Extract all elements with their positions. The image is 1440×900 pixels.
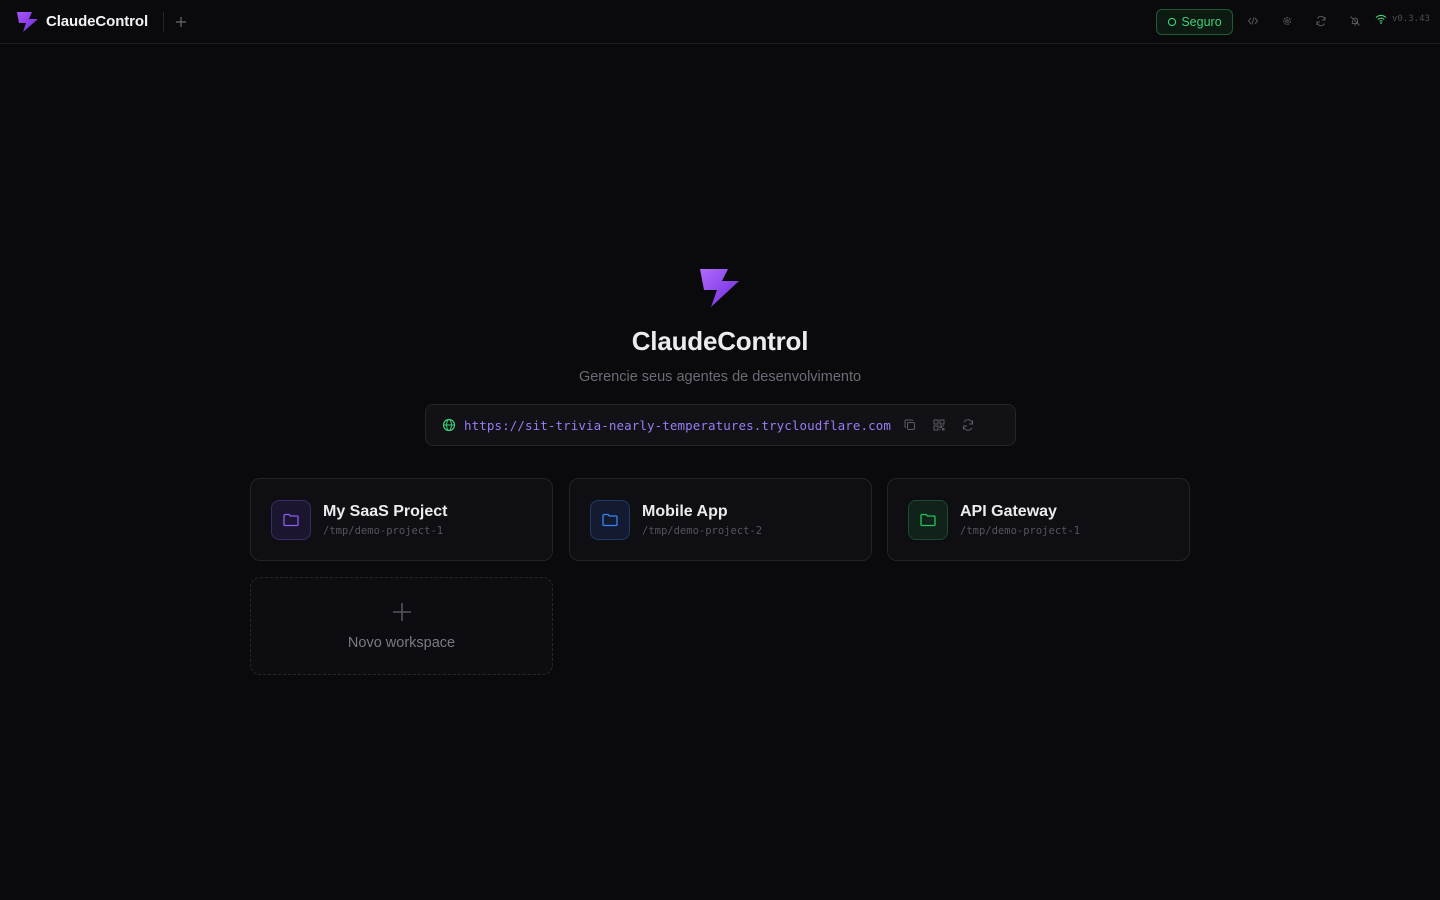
workspace-card[interactable]: My SaaS Project /tmp/demo-project-1 [250, 478, 553, 561]
lightning-logo-icon [16, 10, 40, 34]
top-bar: ClaudeControl Seguro v0.3.43 [0, 0, 1440, 44]
qr-code-icon[interactable] [932, 418, 946, 432]
copy-icon[interactable] [903, 418, 917, 432]
refresh-icon[interactable] [1314, 14, 1328, 28]
workspace-path: /tmp/demo-project-1 [323, 524, 444, 537]
workspace-card[interactable]: Mobile App /tmp/demo-project-2 [569, 478, 872, 561]
folder-icon [271, 499, 311, 540]
folder-icon [908, 499, 948, 540]
plus-icon [391, 601, 413, 623]
hero-subtitle: Gerencie seus agentes de desenvolvimento [578, 369, 862, 385]
secure-status-badge[interactable]: Seguro [1156, 9, 1233, 35]
app-name: ClaudeControl [46, 13, 149, 30]
settings-icon[interactable] [1280, 14, 1294, 28]
brand[interactable]: ClaudeControl [16, 10, 148, 34]
regenerate-icon[interactable] [961, 418, 975, 432]
workspace-name: Mobile App [642, 502, 728, 520]
secure-status-label: Seguro [1181, 15, 1222, 29]
bell-off-icon[interactable] [1348, 14, 1362, 28]
workspace-name: My SaaS Project [323, 502, 448, 520]
globe-icon [442, 418, 456, 432]
folder-icon [590, 499, 630, 540]
connection-version: v0.3.43 [1375, 14, 1430, 24]
divider [163, 11, 165, 32]
version-label: v0.3.43 [1392, 14, 1430, 24]
wifi-icon [1375, 14, 1387, 24]
workspace-path: /tmp/demo-project-1 [960, 524, 1081, 537]
shield-icon [1167, 17, 1177, 27]
workspace-card[interactable]: API Gateway /tmp/demo-project-1 [887, 478, 1190, 561]
hero-lightning-logo-icon [698, 266, 742, 310]
workspace-name: API Gateway [960, 502, 1057, 520]
workspace-path: /tmp/demo-project-2 [642, 524, 763, 537]
hero-title: ClaudeControl [631, 326, 809, 356]
add-tab-icon[interactable] [173, 14, 189, 30]
tunnel-url-box: https://sit-trivia-nearly-temperatures.t… [425, 404, 1016, 446]
new-workspace-label: Novo workspace [347, 635, 456, 651]
tunnel-url-link[interactable]: https://sit-trivia-nearly-temperatures.t… [464, 418, 891, 433]
new-workspace-button[interactable]: Novo workspace [250, 577, 553, 675]
code-icon[interactable] [1246, 14, 1260, 28]
